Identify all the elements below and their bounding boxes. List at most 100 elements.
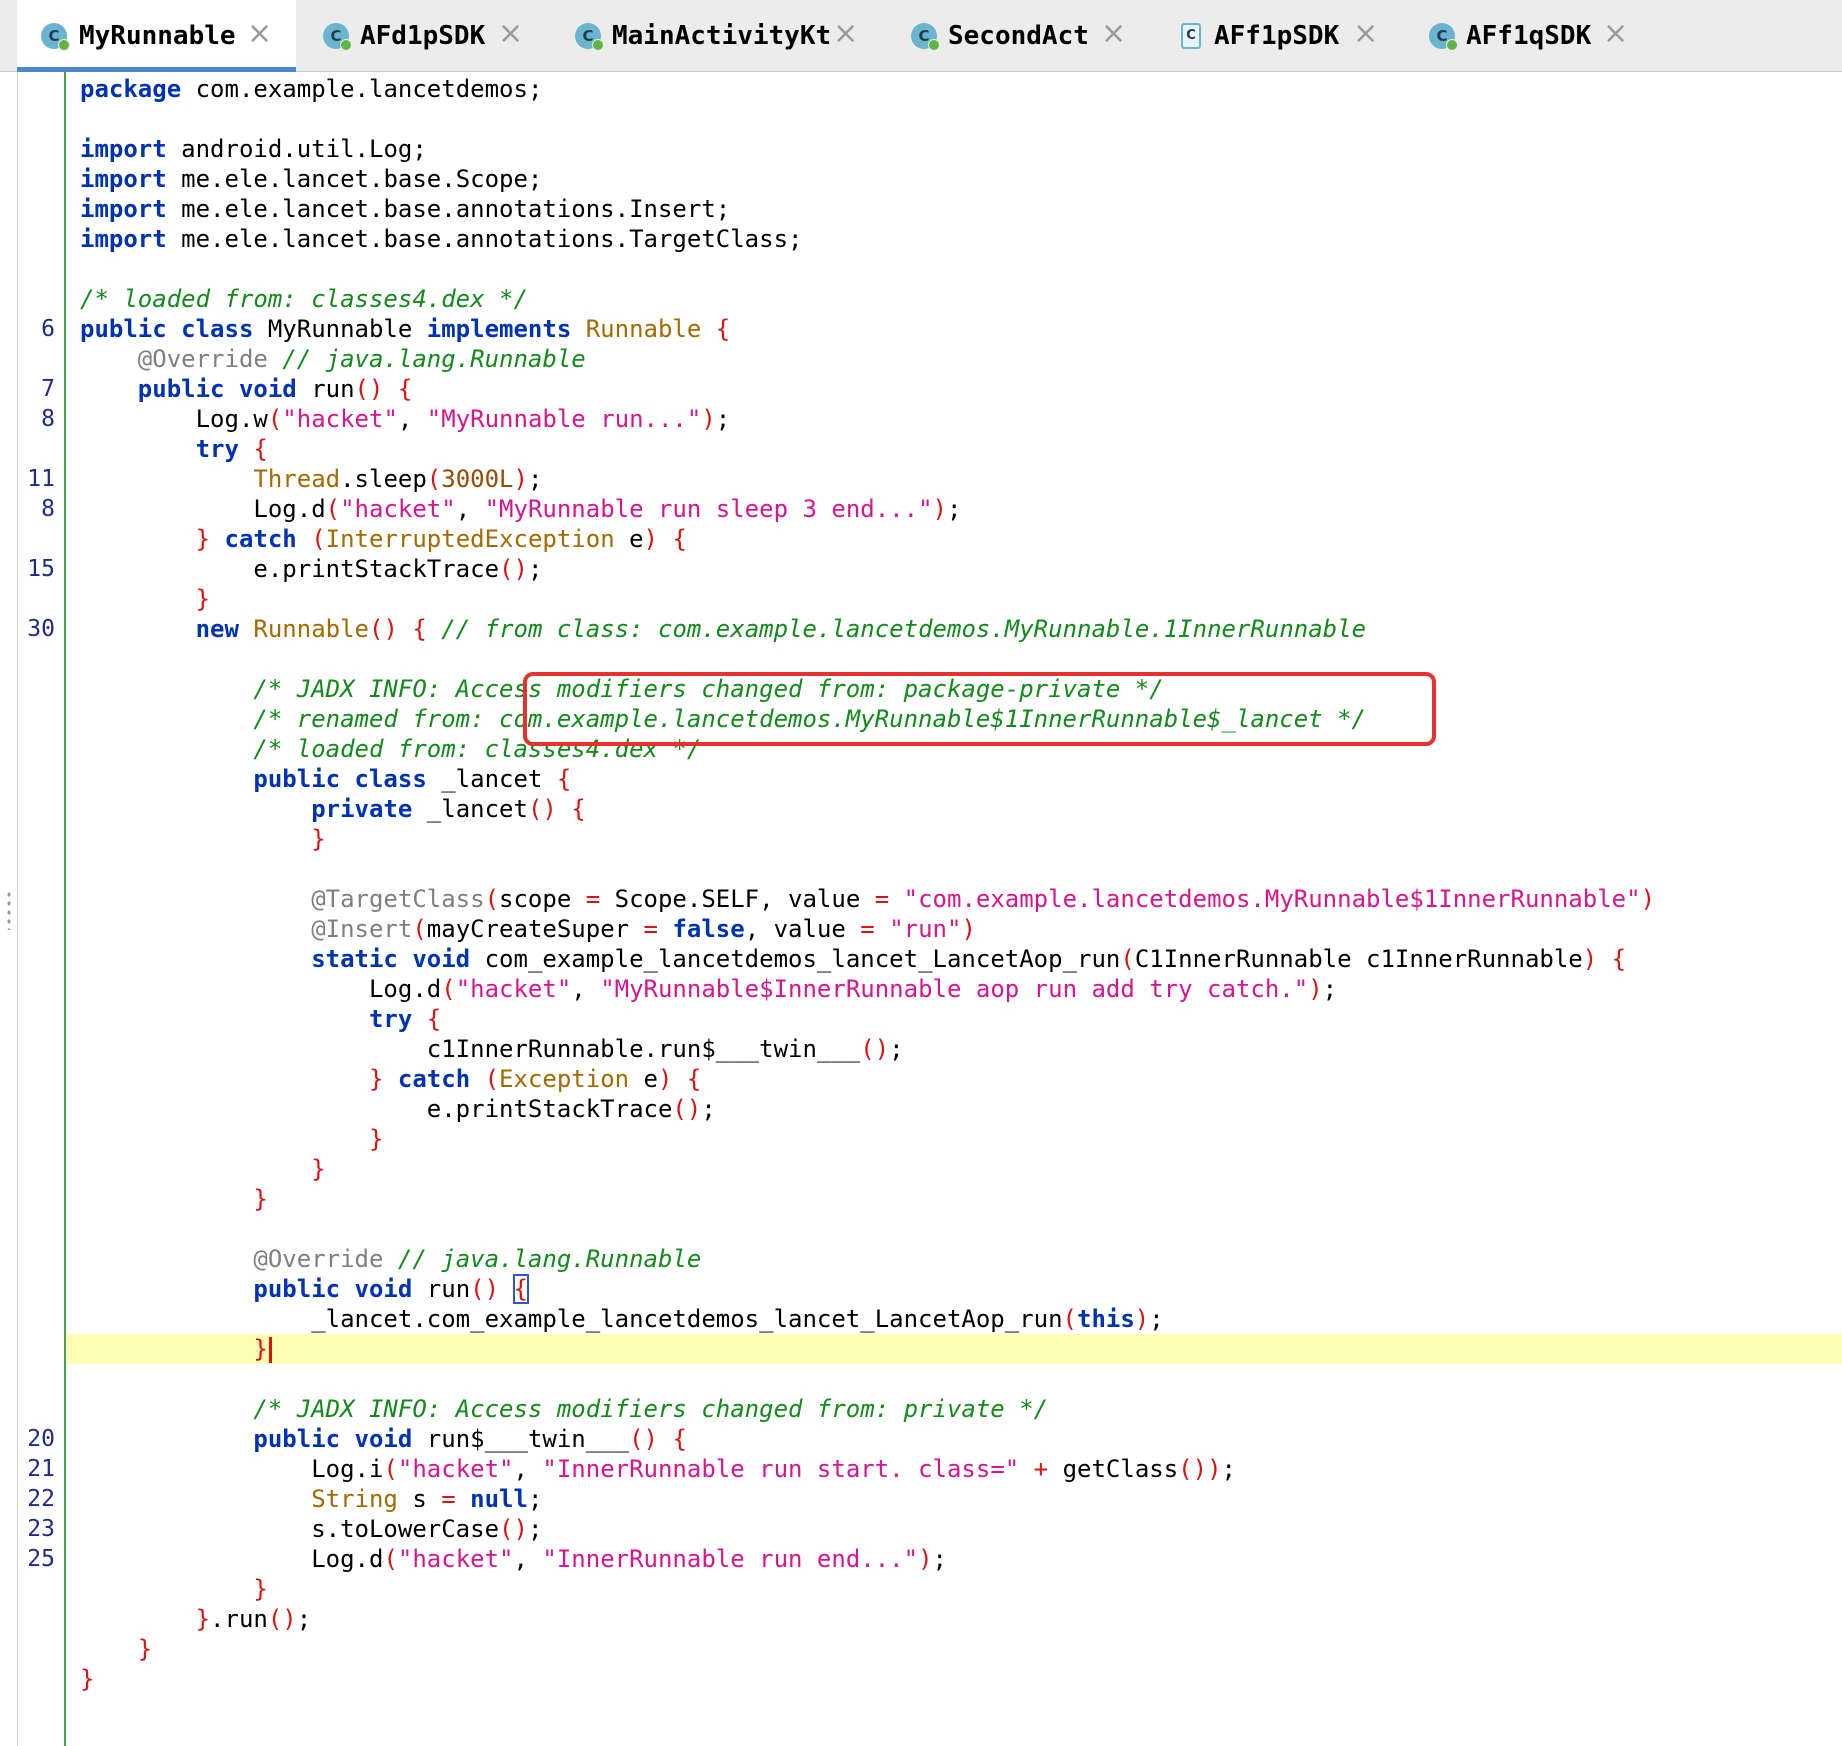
code-token: public class (80, 315, 254, 343)
code-token: run (412, 1275, 471, 1303)
code-line[interactable]: } (67, 1574, 1842, 1604)
line-number: 11 (27, 466, 55, 492)
code-line[interactable]: @TargetClass(scope = Scope.SELF, value =… (67, 884, 1842, 914)
code-line[interactable]: import android.util.Log; (67, 134, 1842, 164)
code-token: { (397, 375, 413, 403)
tab-aff1qsdk[interactable]: C AFf1qSDK × (1399, 0, 1649, 72)
code-line[interactable]: c1InnerRunnable.run$___twin___(); (67, 1034, 1842, 1064)
close-icon[interactable]: × (498, 19, 523, 49)
tab-aff1psdk[interactable]: C AFf1pSDK × (1147, 0, 1399, 72)
code-line[interactable]: Log.d("hacket", "InnerRunnable run end..… (67, 1544, 1842, 1574)
code-token: ) (1640, 885, 1656, 913)
code-line[interactable]: public class _lancet { (67, 764, 1842, 794)
code-line[interactable]: package com.example.lancetdemos; (67, 74, 1842, 104)
code-line[interactable]: public void run() { (67, 374, 1842, 404)
code-token: static void (311, 945, 471, 973)
code-line[interactable]: } (67, 1154, 1842, 1184)
code-line[interactable]: try { (67, 1004, 1842, 1034)
code-token: ; (527, 1485, 543, 1513)
code-token: } (311, 825, 326, 853)
code-line[interactable]: import me.ele.lancet.base.annotations.Ta… (67, 224, 1842, 254)
text-caret (268, 1337, 272, 1363)
code-line[interactable]: e.printStackTrace(); (67, 1094, 1842, 1124)
code-line[interactable]: public void run$___twin___() { (67, 1424, 1842, 1454)
code-line[interactable]: static void com_example_lancetdemos_lanc… (67, 944, 1842, 974)
code-line[interactable] (67, 104, 1842, 134)
code-line[interactable] (67, 254, 1842, 284)
code-token: ) (658, 1065, 673, 1093)
code-token: _lancet.com_example_lancetdemos_lancet_L… (80, 1305, 1063, 1333)
code-line[interactable] (67, 854, 1842, 884)
code-line[interactable]: _lancet.com_example_lancetdemos_lancet_L… (67, 1304, 1842, 1334)
code-line[interactable]: import me.ele.lancet.base.annotations.In… (67, 194, 1842, 224)
code-line[interactable]: import me.ele.lancet.base.Scope; (67, 164, 1842, 194)
code-line[interactable]: @Insert(mayCreateSuper = false, value = … (67, 914, 1842, 944)
code-token: _lancet (412, 795, 528, 823)
close-icon[interactable]: × (247, 19, 272, 49)
code-line[interactable]: /* JADX INFO: Access modifiers changed f… (67, 1394, 1842, 1424)
code-line[interactable]: } catch (Exception e) { (67, 1064, 1842, 1094)
tab-mainactivitykt[interactable]: C MainActivityKt × (546, 0, 862, 72)
editor-tab-bar: C MyRunnable × C AFd1pSDK × C MainActivi… (0, 0, 1842, 72)
code-line[interactable]: }.run(); (67, 1604, 1842, 1634)
code-line[interactable]: } (67, 1184, 1842, 1214)
code-line[interactable]: s.toLowerCase(); (67, 1514, 1842, 1544)
code-token: null (470, 1485, 528, 1513)
tab-afd1psdk[interactable]: C AFd1pSDK × (296, 0, 546, 72)
code-line[interactable]: Log.i("hacket", "InnerRunnable run start… (67, 1454, 1842, 1484)
tab-secondact[interactable]: C SecondAct × (862, 0, 1147, 72)
code-line[interactable]: Thread.sleep(3000L); (67, 464, 1842, 494)
code-line[interactable]: Log.w("hacket", "MyRunnable run..."); (67, 404, 1842, 434)
code-line[interactable]: @Override // java.lang.Runnable (67, 344, 1842, 374)
code-line[interactable] (67, 1364, 1842, 1394)
code-editor[interactable]: package com.example.lancetdemos; import a… (0, 72, 1842, 1746)
code-token: ; (527, 1515, 543, 1543)
close-icon[interactable]: × (833, 19, 858, 49)
code-line[interactable]: try { (67, 434, 1842, 464)
code-line[interactable] (67, 644, 1842, 674)
code-line[interactable]: /* loaded from: classes4.dex */ (67, 284, 1842, 314)
code-line[interactable]: } (67, 1124, 1842, 1154)
code-line[interactable]: new Runnable() { // from class: com.exam… (67, 614, 1842, 644)
code-line[interactable]: public class MyRunnable implements Runna… (67, 314, 1842, 344)
code-token: = (860, 915, 875, 943)
code-token: ; (527, 555, 543, 583)
code-line[interactable]: @Override // java.lang.Runnable (67, 1244, 1842, 1274)
code-line[interactable]: } (67, 584, 1842, 614)
current-code-line[interactable]: } (67, 1334, 1842, 1364)
code-token: e.printStackTrace (80, 555, 500, 583)
code-line[interactable]: } (67, 1634, 1842, 1664)
code-token: ( (1062, 1305, 1077, 1333)
code-line[interactable]: public void run() { (67, 1274, 1842, 1304)
code-line[interactable]: private _lancet() { (67, 794, 1842, 824)
code-line[interactable]: } catch (InterruptedException e) { (67, 524, 1842, 554)
code-token: s (397, 1485, 442, 1513)
code-token: Log.w (80, 405, 268, 433)
close-icon[interactable]: × (1101, 19, 1126, 49)
code-line[interactable]: String s = null; (67, 1484, 1842, 1514)
code-line[interactable] (67, 1214, 1842, 1244)
code-token: ; (715, 405, 731, 433)
close-icon[interactable]: × (1353, 19, 1378, 49)
code-token: "hacket" (397, 1455, 514, 1483)
code-line[interactable]: } (67, 824, 1842, 854)
tab-myrunnable[interactable]: C MyRunnable × (17, 0, 296, 72)
close-icon[interactable]: × (1603, 19, 1628, 49)
code-token: "InnerRunnable run start. class=" (542, 1455, 1020, 1483)
code-line[interactable]: } (67, 1664, 1842, 1694)
code-line[interactable]: Log.d("hacket", "MyRunnable run sleep 3 … (67, 494, 1842, 524)
code-line[interactable]: Log.d("hacket", "MyRunnable$InnerRunnabl… (67, 974, 1842, 1004)
tab-label: AFf1pSDK (1214, 21, 1340, 51)
code-line[interactable]: e.printStackTrace(); (67, 554, 1842, 584)
code-token: @Override (137, 345, 268, 373)
code-token: getClass (1048, 1455, 1179, 1483)
